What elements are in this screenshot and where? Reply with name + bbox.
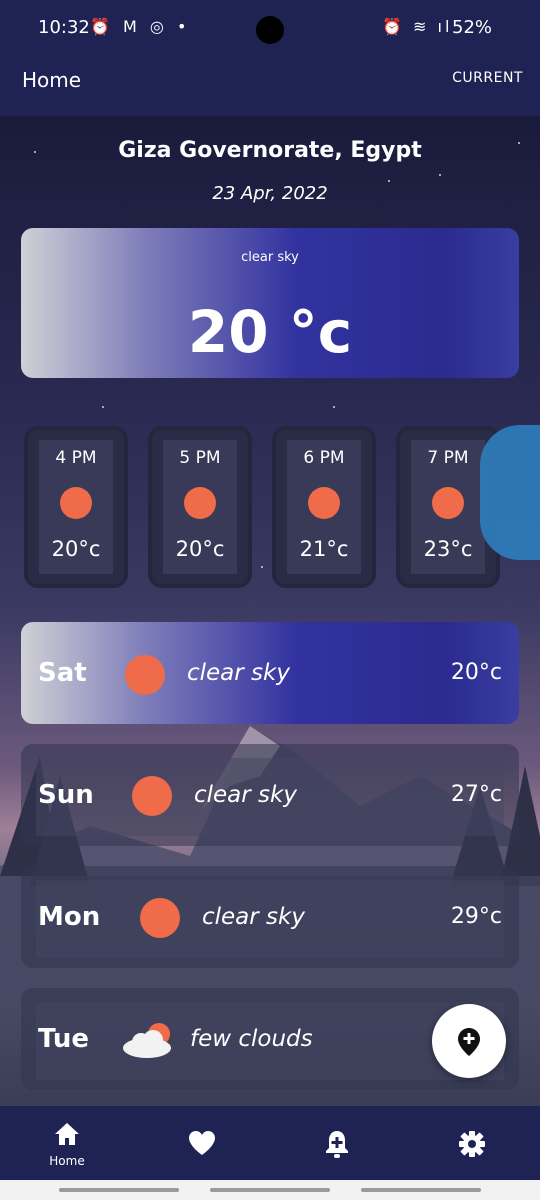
- daily-item[interactable]: Sat clear sky 20°c: [21, 622, 519, 724]
- day-name: Tue: [38, 1024, 90, 1054]
- back-gesture[interactable]: [361, 1188, 481, 1192]
- daily-item[interactable]: Sun clear sky 27°c: [21, 744, 519, 846]
- hourly-item[interactable]: 4 PM 20°c: [24, 426, 128, 588]
- hour-temp: 23°c: [423, 537, 473, 561]
- sun-icon: [60, 487, 92, 519]
- system-status-icons: ⏰ ≋ ıl: [382, 17, 453, 36]
- bottom-navigation: Home: [0, 1107, 540, 1180]
- status-time: 10:32: [38, 17, 90, 38]
- day-temp: 20°c: [450, 660, 502, 685]
- day-condition: clear sky: [194, 782, 297, 808]
- hourly-panel: 4 PM 20°c: [39, 440, 113, 574]
- hourly-panel: 5 PM 20°c: [163, 440, 237, 574]
- system-navigation-bar: [0, 1180, 540, 1200]
- hour-time: 4 PM: [55, 448, 97, 468]
- hour-time: 6 PM: [303, 448, 345, 468]
- current-location-button[interactable]: CURRENT: [452, 70, 523, 86]
- sun-icon: [132, 776, 172, 816]
- day-temp: 29°c: [450, 904, 502, 929]
- current-condition: clear sky: [241, 250, 299, 265]
- current-temperature: 20 °c: [187, 298, 353, 366]
- battery-level: 52%: [452, 17, 493, 38]
- hour-temp: 20°c: [51, 537, 101, 561]
- day-condition: clear sky: [202, 904, 305, 930]
- page-title: Home: [22, 68, 82, 92]
- moon-icon: [260, 606, 268, 622]
- app-bar: Home CURRENT: [0, 58, 540, 116]
- add-location-icon: [458, 1028, 480, 1056]
- sun-icon: [308, 487, 340, 519]
- hourly-panel: 6 PM 21°c: [287, 440, 361, 574]
- nav-alerts[interactable]: [270, 1107, 404, 1180]
- nav-home[interactable]: Home: [0, 1107, 134, 1180]
- heart-icon: [189, 1131, 215, 1155]
- day-name: Mon: [38, 902, 101, 932]
- hourly-item[interactable]: 5 PM 20°c: [148, 426, 252, 588]
- day-temp: 27°c: [450, 782, 502, 807]
- day-name: Sat: [38, 658, 87, 688]
- home-gesture[interactable]: [210, 1188, 330, 1192]
- hourly-item[interactable]: 6 PM 21°c: [272, 426, 376, 588]
- sun-icon: [184, 487, 216, 519]
- nav-home-label: Home: [49, 1154, 85, 1168]
- forecast-date: 23 Apr, 2022: [212, 183, 328, 204]
- sun-icon: [125, 655, 165, 695]
- current-weather-card: clear sky 20 °c: [21, 228, 519, 378]
- hour-temp: 21°c: [299, 537, 349, 561]
- recents-gesture[interactable]: [59, 1188, 179, 1192]
- add-location-button[interactable]: [432, 1004, 506, 1078]
- sun-icon: [140, 898, 180, 938]
- notification-icons: ⏰ M ◎ •: [90, 17, 191, 36]
- day-condition: clear sky: [187, 660, 290, 686]
- location-name: Giza Governorate, Egypt: [118, 138, 422, 163]
- cloud-sun-icon: [123, 1023, 171, 1058]
- settings-icon: [459, 1131, 485, 1157]
- day-condition: few clouds: [190, 1026, 313, 1052]
- home-icon: [55, 1123, 79, 1145]
- hour-temp: 20°c: [175, 537, 225, 561]
- nav-settings[interactable]: [405, 1107, 539, 1180]
- day-name: Sun: [38, 780, 94, 810]
- add-alert-icon: [326, 1131, 348, 1158]
- hour-time: 5 PM: [179, 448, 221, 468]
- hour-time: 7 PM: [427, 448, 469, 468]
- camera-cutout: [256, 16, 284, 44]
- status-bar: 10:32 ⏰ M ◎ • ⏰ ≋ ıl 52%: [0, 0, 540, 58]
- daily-item[interactable]: Mon clear sky 29°c: [21, 866, 519, 968]
- sun-icon: [432, 487, 464, 519]
- next-hour-preview: [480, 425, 540, 560]
- nav-favorites[interactable]: [135, 1107, 269, 1180]
- hourly-panel: 7 PM 23°c: [411, 440, 485, 574]
